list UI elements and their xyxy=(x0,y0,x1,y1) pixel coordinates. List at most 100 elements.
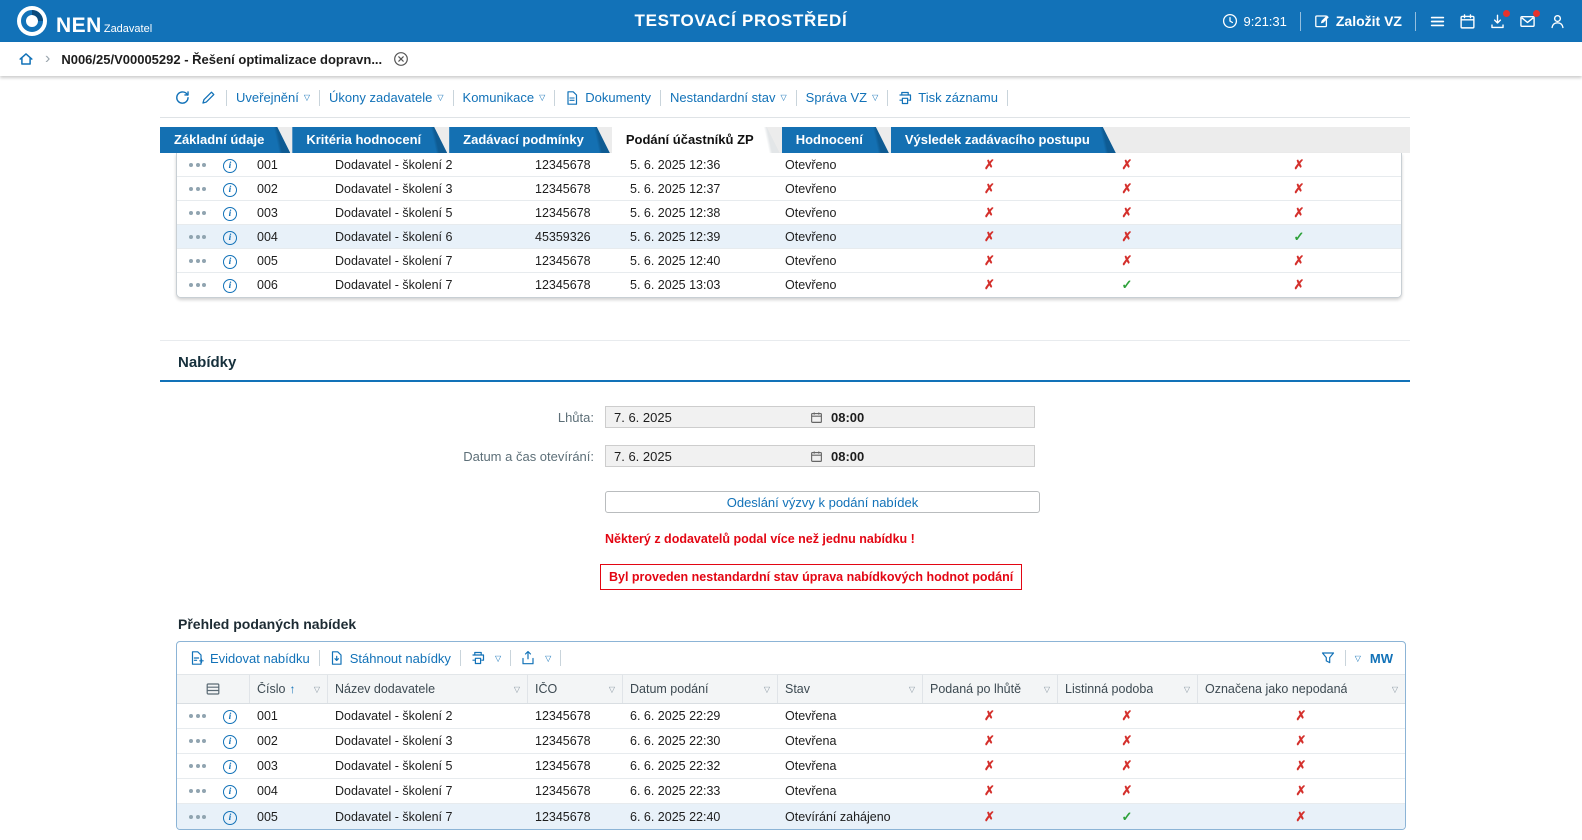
export-icon[interactable] xyxy=(520,650,536,666)
row-menu-icon[interactable] xyxy=(177,235,215,239)
table-row[interactable]: i 001 Dodavatel - školení 2 12345678 5. … xyxy=(177,153,1401,177)
column-header[interactable]: IČO ↑ ▽ xyxy=(527,675,622,703)
table-row[interactable]: i 005 Dodavatel - školení 7 12345678 5. … xyxy=(177,249,1401,273)
row-menu-icon[interactable] xyxy=(177,815,215,819)
filter-caret-icon[interactable]: ▽ xyxy=(909,685,915,694)
sort-asc-icon[interactable]: ↑ xyxy=(289,682,295,696)
create-vz-button[interactable]: Založit VZ xyxy=(1314,13,1402,29)
messages-icon[interactable] xyxy=(1519,13,1536,30)
row-info-icon[interactable]: i xyxy=(215,205,249,221)
filter-caret-icon[interactable]: ▽ xyxy=(1044,685,1050,694)
cell-podana-po-lhute: ✗ xyxy=(922,205,1057,221)
user-icon[interactable] xyxy=(1549,13,1566,30)
filter-caret-icon[interactable]: ▽ xyxy=(1392,685,1398,694)
lhuta-field[interactable]: 7. 6. 2025 08:00 xyxy=(605,406,1035,428)
filter-caret-icon[interactable]: ▽ xyxy=(764,685,770,694)
column-header[interactable]: Název dodavatele ↑ ▽ xyxy=(327,675,527,703)
column-header[interactable]: Podaná po lhůtě ↑ ▽ xyxy=(922,675,1057,703)
home-icon[interactable] xyxy=(18,51,34,67)
menu-komunikace[interactable]: Komunikace▽ xyxy=(463,90,546,105)
column-header[interactable]: Stav ↑ ▽ xyxy=(777,675,922,703)
chevron-down-icon[interactable]: ▽ xyxy=(495,654,501,663)
row-info-icon[interactable]: i xyxy=(215,253,249,269)
row-menu-icon[interactable] xyxy=(177,211,215,215)
row-info-icon[interactable]: i xyxy=(215,758,249,774)
column-header[interactable]: Listinná podoba ↑ ▽ xyxy=(1057,675,1197,703)
row-menu-icon[interactable] xyxy=(177,283,215,287)
table-row[interactable]: i 002 Dodavatel - školení 3 12345678 6. … xyxy=(177,729,1405,754)
table-row[interactable]: i 003 Dodavatel - školení 5 12345678 6. … xyxy=(177,754,1405,779)
table-row[interactable]: i 006 Dodavatel - školení 7 12345678 5. … xyxy=(177,273,1401,297)
send-call-for-offers-button[interactable]: Odeslání výzvy k podání nabídek xyxy=(605,491,1040,513)
tab[interactable]: Hodnocení xyxy=(782,127,889,153)
calendar-icon[interactable] xyxy=(810,450,823,463)
row-menu-icon[interactable] xyxy=(177,714,215,718)
menu-sprava-vz[interactable]: Správa VZ▽ xyxy=(806,90,879,105)
close-record-icon[interactable] xyxy=(393,51,409,67)
downloads-icon[interactable] xyxy=(1489,13,1506,30)
cell-datum: 5. 6. 2025 12:36 xyxy=(622,158,777,172)
menu-dokumenty[interactable]: Dokumenty xyxy=(564,90,651,106)
tab[interactable]: Výsledek zadávacího postupu xyxy=(891,127,1116,153)
row-info-icon[interactable]: i xyxy=(215,181,249,197)
menu-uverejneni[interactable]: Uveřejnění▽ xyxy=(236,90,310,105)
breadcrumb-item[interactable]: N006/25/V00005292 - Řešení optimalizace … xyxy=(61,52,382,67)
filter-caret-icon[interactable]: ▽ xyxy=(514,685,520,694)
row-menu-icon[interactable] xyxy=(177,163,215,167)
menu-icon[interactable] xyxy=(1429,13,1446,30)
table-row[interactable]: i 002 Dodavatel - školení 3 12345678 5. … xyxy=(177,177,1401,201)
column-header[interactable]: Datum podání ↑ ▽ xyxy=(622,675,777,703)
tab[interactable]: Základní údaje xyxy=(160,127,290,153)
lhuta-time-input[interactable]: 08:00 xyxy=(831,410,1026,425)
mw-toggle[interactable]: MW xyxy=(1370,651,1393,666)
lhuta-date-input[interactable]: 7. 6. 2025 xyxy=(614,410,810,425)
filter-icon[interactable] xyxy=(1320,650,1336,666)
table-row[interactable]: i 004 Dodavatel - školení 6 45359326 5. … xyxy=(177,225,1401,249)
filter-caret-icon[interactable]: ▽ xyxy=(1184,685,1190,694)
chevron-down-icon[interactable]: ▽ xyxy=(545,654,551,663)
row-info-icon[interactable]: i xyxy=(215,277,249,293)
table-row[interactable]: i 001 Dodavatel - školení 2 12345678 6. … xyxy=(177,704,1405,729)
row-menu-icon[interactable] xyxy=(177,789,215,793)
nen-logo-icon[interactable] xyxy=(16,5,48,37)
otevirani-field[interactable]: 7. 6. 2025 08:00 xyxy=(605,445,1035,467)
row-menu-icon[interactable] xyxy=(177,187,215,191)
menu-tisk-zaznamu[interactable]: Tisk záznamu xyxy=(897,90,998,106)
filter-caret-icon[interactable]: ▽ xyxy=(609,685,615,694)
otevirani-time-input[interactable]: 08:00 xyxy=(831,449,1026,464)
column-header[interactable]: Označena jako nepodaná ↑ ▽ xyxy=(1197,675,1405,703)
calendar-icon[interactable] xyxy=(1459,13,1476,30)
filter-caret-icon[interactable]: ▽ xyxy=(314,685,320,694)
clock-time: 9:21:31 xyxy=(1244,14,1287,29)
row-info-icon[interactable]: i xyxy=(215,783,249,799)
row-info-icon[interactable]: i xyxy=(215,708,249,724)
evidovat-nabidku-button[interactable]: Evidovat nabídku xyxy=(189,650,310,666)
cell-ico: 45359326 xyxy=(527,230,622,244)
calendar-icon[interactable] xyxy=(810,411,823,424)
table-row[interactable]: i 005 Dodavatel - školení 7 12345678 6. … xyxy=(177,804,1405,829)
row-info-icon[interactable]: i xyxy=(215,809,249,825)
menu-nestandardni-stav[interactable]: Nestandardní stav▽ xyxy=(670,90,787,105)
table-row[interactable]: i 003 Dodavatel - školení 5 12345678 5. … xyxy=(177,201,1401,225)
otevirani-label: Datum a čas otevírání: xyxy=(160,449,600,464)
edit-icon[interactable] xyxy=(200,89,217,106)
row-info-icon[interactable]: i xyxy=(215,157,249,173)
print-icon[interactable] xyxy=(470,650,486,666)
table-row[interactable]: i 004 Dodavatel - školení 7 12345678 6. … xyxy=(177,779,1405,804)
menu-ukony-zadavatele[interactable]: Úkony zadavatele▽ xyxy=(329,90,444,105)
tab[interactable]: Podání účastníků ZP xyxy=(612,127,780,153)
history-icon[interactable] xyxy=(174,89,191,106)
cell-listinna-podoba: ✗ xyxy=(1057,783,1197,799)
stahnout-nabidky-button[interactable]: Stáhnout nabídky xyxy=(329,650,451,666)
otevirani-date-input[interactable]: 7. 6. 2025 xyxy=(614,449,810,464)
row-info-icon[interactable]: i xyxy=(215,733,249,749)
chevron-down-icon[interactable]: ▽ xyxy=(1355,654,1361,663)
table-settings-icon[interactable] xyxy=(177,675,249,703)
row-info-icon[interactable]: i xyxy=(215,229,249,245)
row-menu-icon[interactable] xyxy=(177,764,215,768)
column-header[interactable]: Číslo ↑ ▽ xyxy=(249,675,327,703)
row-menu-icon[interactable] xyxy=(177,739,215,743)
tab[interactable]: Zadávací podmínky xyxy=(449,127,610,153)
tab[interactable]: Kritéria hodnocení xyxy=(292,127,447,153)
row-menu-icon[interactable] xyxy=(177,259,215,263)
